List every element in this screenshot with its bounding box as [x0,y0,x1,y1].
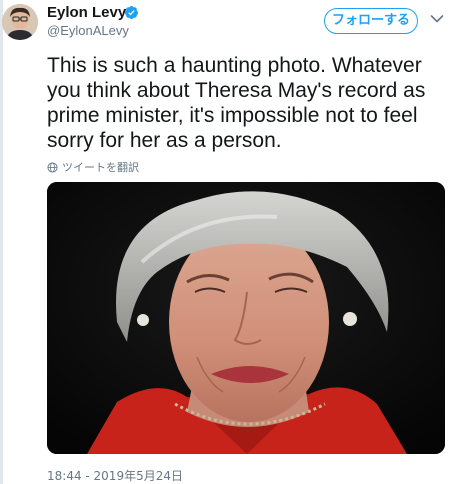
follow-button[interactable]: フォローする [324,8,418,34]
display-name[interactable]: Eylon Levy [47,4,126,21]
username[interactable]: @EylonALevy [47,23,129,38]
globe-icon [47,161,58,173]
avatar[interactable] [2,4,38,40]
translate-label: ツイートを翻訳 [62,161,139,174]
tweet-header: Eylon Levy @EylonALevy フォローする [0,0,450,45]
translate-tweet-link[interactable]: ツイートを翻訳 [47,159,139,175]
tweet-text: This is such a haunting photo. Whatever … [47,54,426,152]
tweet-timestamp[interactable]: 18:44 - 2019年5月24日 [47,467,183,484]
photo-image [47,182,445,454]
verified-badge-icon [124,5,139,20]
avatar-image [2,4,38,40]
chevron-down-icon[interactable] [430,14,444,24]
tweet-photo[interactable] [47,182,445,454]
thread-connector-line [0,0,3,484]
